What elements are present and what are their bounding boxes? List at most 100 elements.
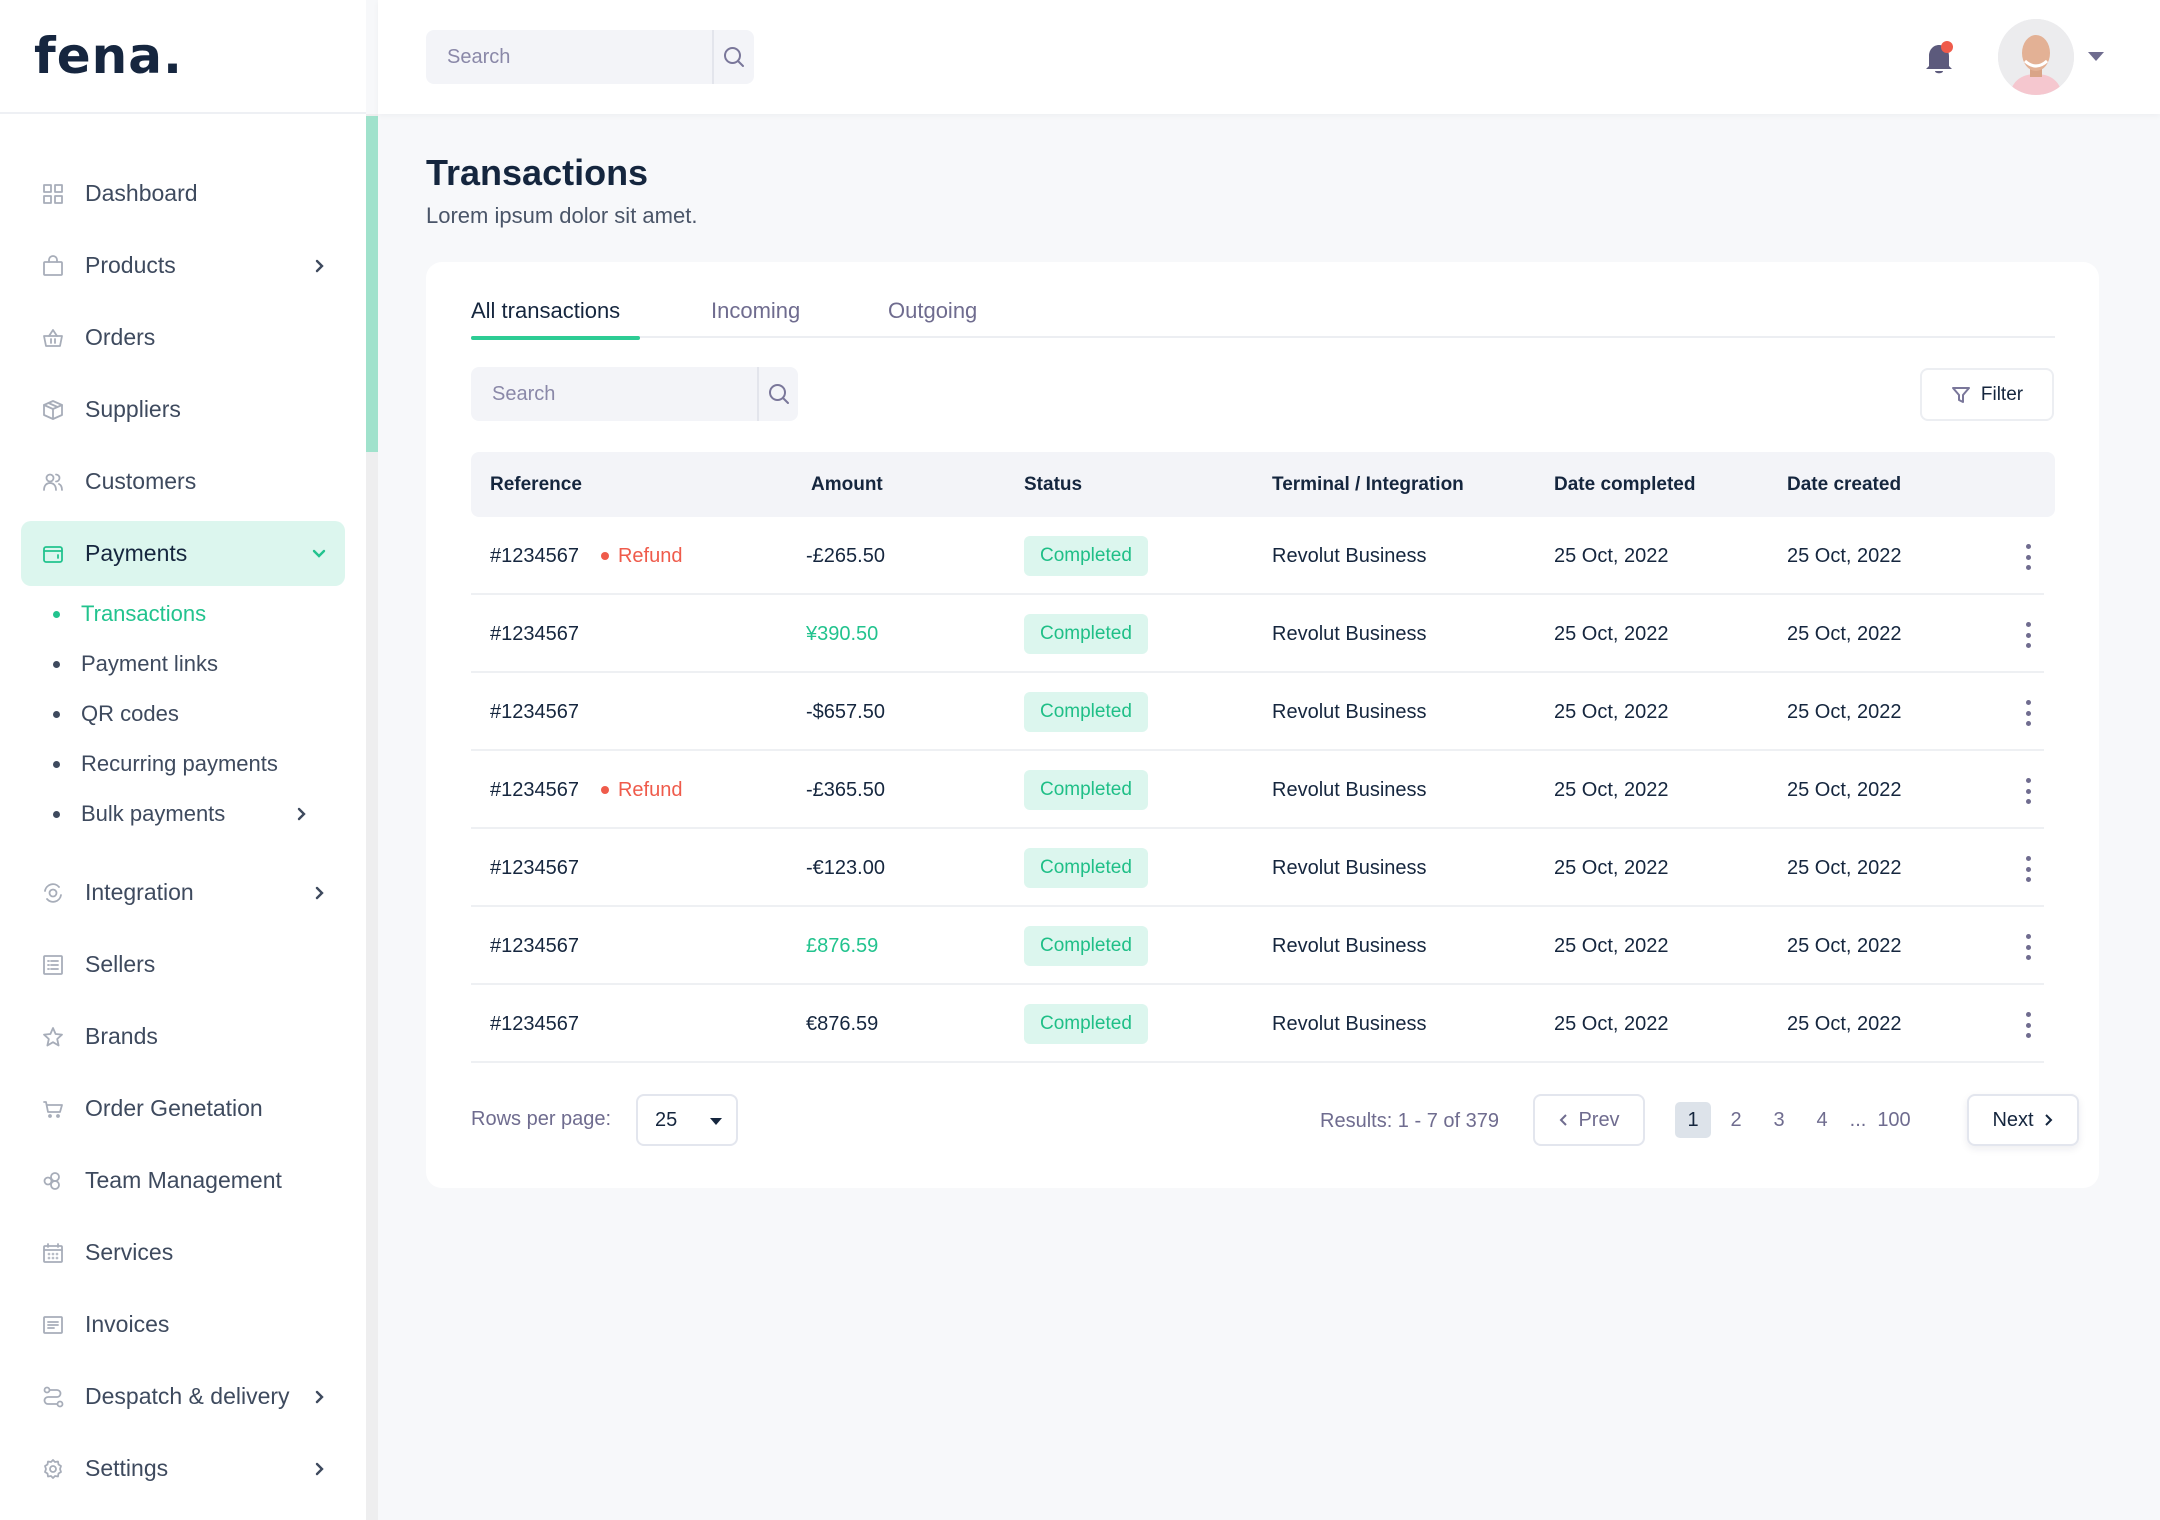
date-created: 25 Oct, 2022: [1787, 1012, 1902, 1035]
more-options-icon[interactable]: [2018, 700, 2038, 726]
terminal: Revolut Business: [1272, 622, 1427, 645]
sidebar-item-customers[interactable]: Customers: [21, 449, 345, 514]
sidebar-item-order-genetation[interactable]: Order Genetation: [21, 1076, 345, 1141]
transactions-card: All transactions Incoming Outgoing Filte…: [426, 262, 2099, 1188]
page-title: Transactions: [426, 152, 649, 193]
table-row[interactable]: #1234567 Refund -£265.50 Completed Revolu…: [471, 517, 2044, 595]
sidebar-item-products[interactable]: Products: [21, 233, 345, 298]
status-cell: Completed: [1024, 517, 1148, 595]
filter-button[interactable]: Filter: [1920, 368, 2054, 421]
reference-cell: #1234567: [490, 673, 579, 751]
column-date-completed[interactable]: Date completed: [1554, 452, 1695, 517]
caret-down-icon[interactable]: [2088, 52, 2104, 61]
sidebar-item-label: Team Management: [85, 1167, 282, 1193]
chevron-right-icon: [2044, 1114, 2052, 1126]
reference[interactable]: #1234567: [490, 779, 579, 802]
prev-page-button[interactable]: Prev: [1533, 1094, 1645, 1146]
sidebar-subitem-recurring-payments[interactable]: Recurring payments: [53, 744, 345, 784]
sidebar: fena. Dashboard Products Orders Suppliers Cu…: [0, 0, 366, 1520]
amount: -£265.50: [806, 544, 885, 567]
sidebar-item-payments[interactable]: Payments: [21, 521, 345, 586]
sidebar-scrollbar-thumb[interactable]: [366, 116, 378, 452]
sidebar-item-integration[interactable]: Integration: [21, 860, 345, 925]
logo[interactable]: fena.: [34, 27, 183, 85]
reference-cell: #1234567: [490, 907, 579, 985]
date-completed: 25 Oct, 2022: [1554, 856, 1669, 879]
date-created: 25 Oct, 2022: [1787, 934, 1902, 957]
sidebar-item-settings[interactable]: Settings: [21, 1436, 345, 1501]
notifications-button[interactable]: [1923, 40, 1957, 76]
global-search-button[interactable]: [712, 30, 754, 84]
date-completed: 25 Oct, 2022: [1554, 778, 1669, 801]
chevron-right-icon: [309, 883, 329, 903]
date-created: 25 Oct, 2022: [1787, 778, 1902, 801]
more-options-icon[interactable]: [2018, 622, 2038, 648]
tab-all-transactions[interactable]: All transactions: [471, 298, 641, 340]
reference[interactable]: #1234567: [490, 1013, 579, 1036]
terminal: Revolut Business: [1272, 700, 1427, 723]
sidebar-item-services[interactable]: Services: [21, 1220, 345, 1285]
sidebar-subitem-qr-codes[interactable]: QR codes: [53, 694, 345, 734]
sidebar-subitem-transactions[interactable]: Transactions: [53, 594, 345, 634]
more-options-icon[interactable]: [2018, 778, 2038, 804]
sidebar-item-brands[interactable]: Brands: [21, 1004, 345, 1069]
table-row[interactable]: #1234567 -$657.50 Completed Revolut Busi…: [471, 673, 2044, 751]
column-reference[interactable]: Reference: [490, 452, 582, 517]
sidebar-subitem-payment-links[interactable]: Payment links: [53, 644, 345, 684]
pagination-footer: Rows per page: 25 Results: 1 - 7 of 379 …: [471, 1094, 2079, 1146]
table-row[interactable]: #1234567 Refund -£365.50 Completed Revolu…: [471, 751, 2044, 829]
basket-icon: [41, 326, 65, 350]
tab-incoming[interactable]: Incoming: [711, 298, 800, 336]
rows-per-page-select[interactable]: 25: [636, 1094, 738, 1146]
table-row[interactable]: #1234567 -€123.00 Completed Revolut Busi…: [471, 829, 2044, 907]
terminal: Revolut Business: [1272, 778, 1427, 801]
gear-icon: [41, 1457, 65, 1481]
page-1[interactable]: 1: [1675, 1102, 1711, 1138]
more-options-icon[interactable]: [2018, 1012, 2038, 1038]
transactions-search-input[interactable]: [471, 367, 757, 421]
transactions-search-button[interactable]: [757, 367, 798, 421]
more-options-icon[interactable]: [2018, 544, 2038, 570]
global-search-input[interactable]: [426, 30, 712, 84]
column-date-created[interactable]: Date created: [1787, 452, 1901, 517]
reference[interactable]: #1234567: [490, 545, 579, 568]
page-4[interactable]: 4: [1804, 1102, 1840, 1138]
user-avatar[interactable]: [1998, 19, 2074, 95]
sidebar-item-despatch-and-delivery[interactable]: Despatch & delivery: [21, 1364, 345, 1429]
table-row[interactable]: #1234567 £876.59 Completed Revolut Busin…: [471, 907, 2044, 985]
table-row[interactable]: #1234567 ¥390.50 Completed Revolut Busin…: [471, 595, 2044, 673]
date-created: 25 Oct, 2022: [1787, 622, 1902, 645]
table-row[interactable]: #1234567 €876.59 Completed Revolut Busin…: [471, 985, 2044, 1063]
search-icon: [768, 384, 789, 404]
page-3[interactable]: 3: [1761, 1102, 1797, 1138]
column-terminal[interactable]: Terminal / Integration: [1272, 452, 1464, 517]
bullet-icon: [53, 660, 60, 668]
more-options-icon[interactable]: [2018, 934, 2038, 960]
reference[interactable]: #1234567: [490, 623, 579, 646]
next-page-button[interactable]: Next: [1967, 1094, 2079, 1146]
reference[interactable]: #1234567: [490, 857, 579, 880]
status-badge: Completed: [1024, 770, 1148, 810]
sidebar-subitem-bulk-payments[interactable]: Bulk payments: [53, 794, 345, 834]
date-created: 25 Oct, 2022: [1787, 544, 1902, 567]
amount: £876.59: [806, 934, 879, 957]
bell-icon: [1926, 41, 1953, 74]
reference[interactable]: #1234567: [490, 701, 579, 724]
more-options-icon[interactable]: [2018, 856, 2038, 882]
page-2[interactable]: 2: [1718, 1102, 1754, 1138]
column-status[interactable]: Status: [1024, 452, 1082, 517]
refund-tag: Refund: [600, 779, 682, 802]
page-100[interactable]: 100: [1876, 1102, 1912, 1138]
page-ellipsis: ...: [1849, 1108, 1867, 1131]
sidebar-scrollbar[interactable]: [366, 114, 378, 1520]
tab-outgoing[interactable]: Outgoing: [888, 298, 977, 336]
chevron-right-icon: [309, 256, 329, 276]
column-amount[interactable]: Amount: [811, 452, 883, 517]
reference[interactable]: #1234567: [490, 935, 579, 958]
sidebar-item-dashboard[interactable]: Dashboard: [21, 161, 345, 226]
sidebar-item-orders[interactable]: Orders: [21, 305, 345, 370]
sidebar-item-invoices[interactable]: Invoices: [21, 1292, 345, 1357]
sidebar-item-suppliers[interactable]: Suppliers: [21, 377, 345, 442]
sidebar-item-team-management[interactable]: Team Management: [21, 1148, 345, 1213]
sidebar-item-sellers[interactable]: Sellers: [21, 932, 345, 997]
